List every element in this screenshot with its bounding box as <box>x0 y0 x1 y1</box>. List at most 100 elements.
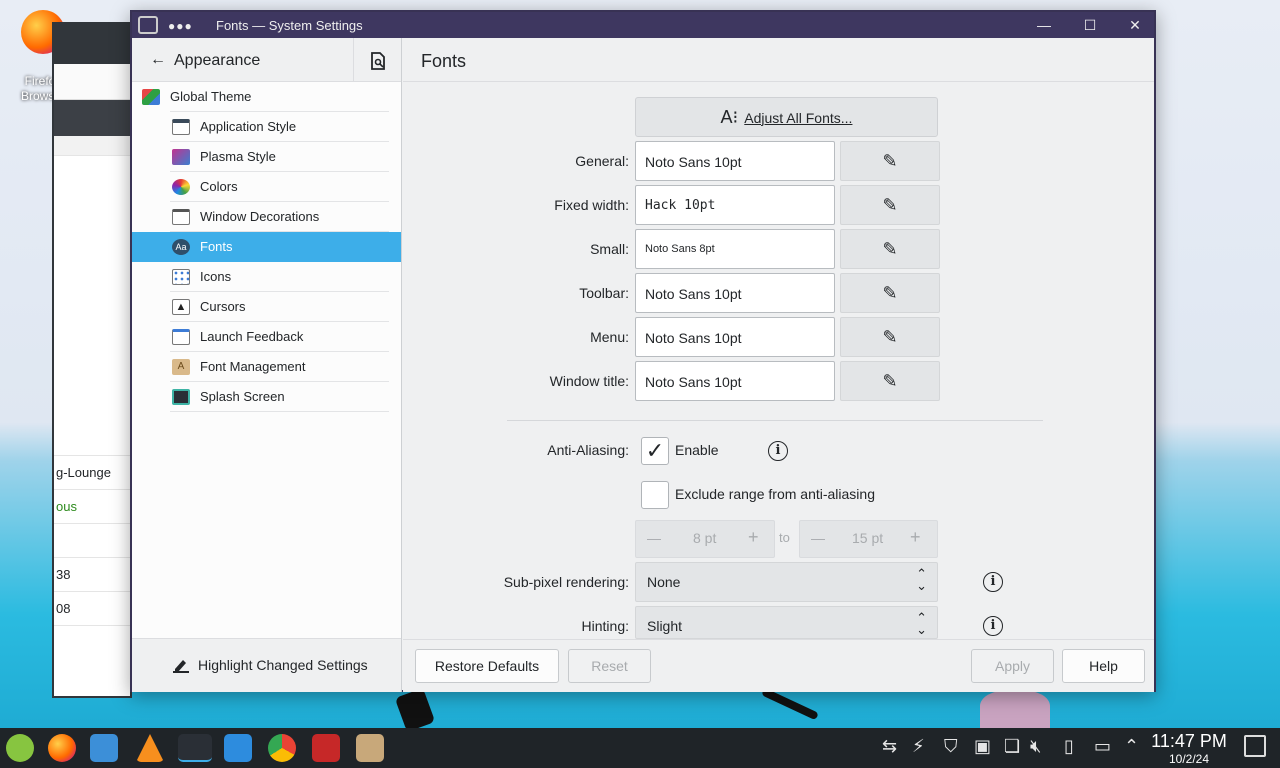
main-content: Fonts A⁝ Adjust All Fonts... General: Not… <box>403 38 1154 692</box>
list-item[interactable]: 08 <box>54 592 130 626</box>
anti-aliasing-enable-label: Enable <box>675 442 719 458</box>
update-notification-icon[interactable]: ▣ <box>974 736 991 757</box>
fonts-icon: Aa <box>172 239 190 255</box>
minus-icon[interactable]: — <box>647 530 661 546</box>
tray-expand-icon[interactable]: ⌃ <box>1124 736 1139 757</box>
general-font-edit-button[interactable]: ✎ <box>840 141 940 181</box>
sidebar-item-font-management[interactable]: A Font Management <box>132 352 401 382</box>
global-theme-icon <box>142 89 160 105</box>
highlight-changed-settings-button[interactable]: Highlight Changed Settings <box>132 638 401 692</box>
sidebar-item-launch-feedback[interactable]: Launch Feedback <box>132 322 401 352</box>
colors-icon <box>172 179 190 195</box>
vlc-icon[interactable] <box>136 734 164 762</box>
sidebar-item-label: Launch Feedback <box>200 329 304 344</box>
reset-button[interactable]: Reset <box>568 649 651 683</box>
sidebar-item-splash-screen[interactable]: Splash Screen <box>132 382 401 412</box>
list-item[interactable]: g-Lounge <box>54 456 130 490</box>
plus-icon[interactable]: + <box>910 527 921 548</box>
terminal-app-icon[interactable] <box>312 734 340 762</box>
sidebar-item-label: Application Style <box>200 119 297 134</box>
restore-defaults-button[interactable]: Restore Defaults <box>415 649 559 683</box>
mint-menu-icon[interactable] <box>6 734 34 762</box>
range-from-spinbox[interactable]: — 8 pt + <box>635 520 775 558</box>
sidebar-item-plasma-style[interactable]: Plasma Style <box>132 142 401 172</box>
clipboard-icon[interactable]: ❏ <box>1004 736 1020 757</box>
subpixel-rendering-label: Sub-pixel rendering: <box>503 574 629 590</box>
toolbar-font-edit-button[interactable]: ✎ <box>840 273 940 313</box>
list-item[interactable]: ous <box>54 490 130 524</box>
info-icon[interactable]: i <box>768 441 788 461</box>
toolbar-font-field[interactable]: Noto Sans 10pt <box>635 273 835 313</box>
sidebar-item-colors[interactable]: Colors <box>132 172 401 202</box>
plasma-style-icon <box>172 149 190 165</box>
background-window[interactable]: g-Lounge ous 38 08 <box>52 22 132 698</box>
apply-button[interactable]: Apply <box>971 649 1054 683</box>
sidebar-item-global-theme[interactable]: Global Theme <box>132 82 401 112</box>
window-title-font-edit-button[interactable]: ✎ <box>840 361 940 401</box>
exclude-range-checkbox[interactable] <box>641 481 669 509</box>
files-icon[interactable] <box>90 734 118 762</box>
system-settings-icon[interactable] <box>138 16 158 34</box>
sidebar-back-label[interactable]: Appearance <box>174 52 260 70</box>
sidebar-item-icons[interactable]: Icons <box>132 262 401 292</box>
pencil-icon: ✎ <box>882 239 898 259</box>
hinting-select[interactable]: Slight ⌃ ⌄ <box>635 606 938 639</box>
volume-muted-icon[interactable]: 🔇︎ <box>1030 736 1041 757</box>
archive-icon[interactable] <box>356 734 384 762</box>
range-to-spinbox[interactable]: — 15 pt + <box>799 520 938 558</box>
close-button[interactable]: ✕ <box>1125 15 1145 35</box>
font-adjust-icon: A⁝ <box>720 107 739 127</box>
cursors-icon: ▲ <box>172 299 190 315</box>
help-button[interactable]: Help <box>1062 649 1145 683</box>
sidebar-item-fonts[interactable]: Aa Fonts <box>132 232 401 262</box>
sidebar-item-window-decorations[interactable]: Window Decorations <box>132 202 401 232</box>
chrome-icon[interactable] <box>268 734 296 762</box>
maximize-button[interactable]: ☐ <box>1080 15 1100 35</box>
software-store-icon[interactable] <box>224 734 252 762</box>
title-bar[interactable]: ●●● Fonts — System Settings — ☐ ✕ <box>132 12 1154 38</box>
sidebar-header: ← Appearance <box>132 38 401 82</box>
network-icon[interactable]: ⚡ <box>912 736 925 757</box>
subpixel-rendering-select[interactable]: None ⌃ ⌄ <box>635 562 938 602</box>
window-decorations-icon <box>172 209 190 225</box>
show-desktop-icon[interactable] <box>1244 735 1266 757</box>
firefox-icon[interactable] <box>48 734 76 762</box>
general-font-field[interactable]: Noto Sans 10pt <box>635 141 835 181</box>
adjust-all-fonts-button[interactable]: A⁝ Adjust All Fonts... <box>635 97 938 137</box>
minus-icon[interactable]: — <box>811 530 825 546</box>
system-settings-icon[interactable] <box>178 734 212 762</box>
display-icon[interactable]: ▭ <box>1094 736 1111 757</box>
window-title-font-label: Window title: <box>549 373 629 389</box>
window-title-font-field[interactable]: Noto Sans 10pt <box>635 361 835 401</box>
shield-icon[interactable]: ⛉ <box>944 736 958 757</box>
help-document-icon[interactable] <box>353 38 401 82</box>
info-icon[interactable]: i <box>983 616 1003 636</box>
sidebar-item-application-style[interactable]: Application Style <box>132 112 401 142</box>
general-font-label: General: <box>575 153 629 169</box>
fixed-width-font-field[interactable]: Hack 10pt <box>635 185 835 225</box>
page-title: Fonts <box>403 38 1154 82</box>
fixed-width-font-edit-button[interactable]: ✎ <box>840 185 940 225</box>
small-font-field[interactable]: Noto Sans 8pt <box>635 229 835 269</box>
plus-icon[interactable]: + <box>748 527 759 548</box>
anti-aliasing-enable-checkbox[interactable]: ✓ <box>641 437 669 465</box>
list-item[interactable]: 38 <box>54 558 130 592</box>
icons-icon <box>172 269 190 285</box>
exclude-range-label: Exclude range from anti-aliasing <box>675 486 875 502</box>
range-from-value: 8 pt <box>693 530 717 546</box>
minimize-button[interactable]: — <box>1034 15 1054 35</box>
back-arrow-icon[interactable]: ← <box>150 51 166 69</box>
window-menu-dots-icon[interactable]: ●●● <box>168 19 193 33</box>
range-to-label: to <box>779 530 790 545</box>
pencil-icon: ✎ <box>882 327 898 347</box>
clock[interactable]: 11:47 PM 10/2/24 <box>1148 730 1230 766</box>
clipboard-sync-icon[interactable]: ⇆ <box>882 736 897 757</box>
battery-icon[interactable]: ▯ <box>1064 736 1074 757</box>
menu-font-edit-button[interactable]: ✎ <box>840 317 940 357</box>
info-icon[interactable]: i <box>983 572 1003 592</box>
sidebar-item-label: Font Management <box>200 359 306 374</box>
small-font-edit-button[interactable]: ✎ <box>840 229 940 269</box>
reset-label: Reset <box>591 658 628 674</box>
menu-font-field[interactable]: Noto Sans 10pt <box>635 317 835 357</box>
sidebar-item-cursors[interactable]: ▲ Cursors <box>132 292 401 322</box>
